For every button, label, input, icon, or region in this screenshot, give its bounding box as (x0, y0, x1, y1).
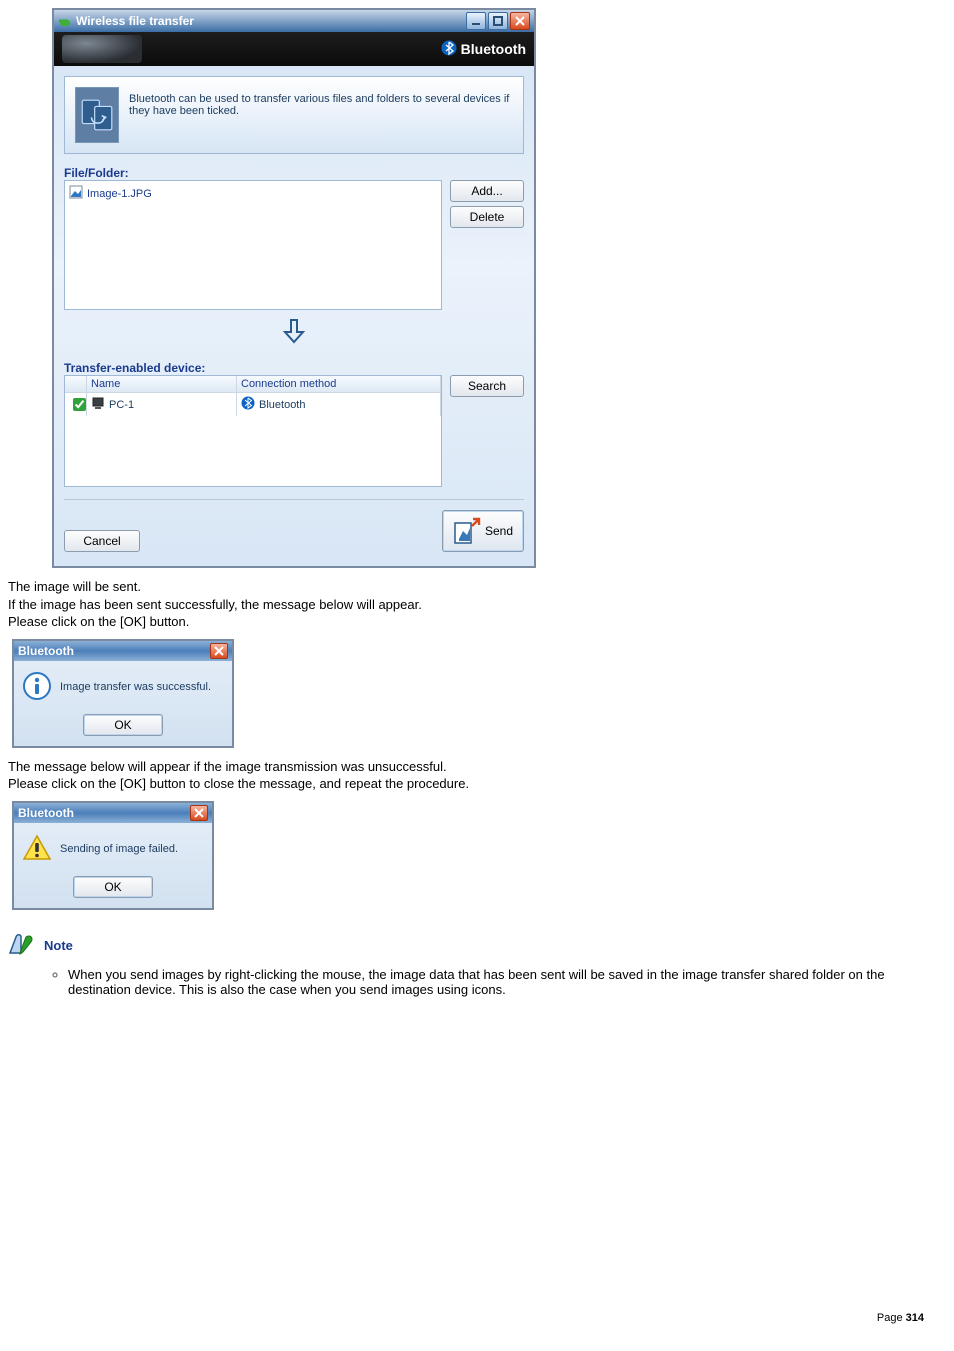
brand-label: Bluetooth (461, 41, 526, 57)
msgbox-title: Bluetooth (18, 644, 74, 658)
ok-button[interactable]: OK (73, 876, 153, 898)
bluetooth-small-icon (241, 396, 255, 413)
device-list-header: Name Connection method (65, 376, 441, 393)
info-icon (22, 671, 52, 704)
column-name-header: Name (87, 376, 237, 392)
dialog-description: Bluetooth can be used to transfer variou… (129, 87, 513, 117)
bluetooth-icon (441, 40, 457, 59)
brand-decoration (62, 35, 142, 63)
msgbox-titlebar[interactable]: Bluetooth (14, 803, 212, 823)
send-button[interactable]: Send (442, 510, 524, 552)
brand-strip: Bluetooth (54, 32, 534, 66)
text-line: The image will be sent. (8, 578, 946, 596)
device-name: PC-1 (109, 399, 134, 411)
file-folder-label: File/Folder: (64, 166, 524, 180)
maximize-button[interactable] (488, 12, 508, 30)
fail-message-box: Bluetooth Sending of image failed. OK (12, 801, 214, 910)
note-list: When you send images by right-clicking t… (8, 967, 946, 997)
search-button[interactable]: Search (450, 375, 524, 397)
wireless-file-transfer-dialog: Wireless file transfer Bluetooth Bluetoo… (52, 8, 536, 568)
page-label: Page (877, 1312, 903, 1324)
close-button[interactable] (510, 12, 530, 30)
text-line: The message below will appear if the ima… (8, 758, 946, 776)
send-icon (453, 515, 481, 548)
cancel-button[interactable]: Cancel (64, 530, 140, 552)
add-button[interactable]: Add... (450, 180, 524, 202)
delete-button[interactable]: Delete (450, 206, 524, 228)
ok-button[interactable]: OK (83, 714, 163, 736)
file-name: Image-1.JPG (87, 188, 152, 200)
device-connection: Bluetooth (259, 399, 305, 411)
close-icon[interactable] (210, 643, 228, 659)
close-icon[interactable] (190, 805, 208, 821)
note-item: When you send images by right-clicking t… (68, 967, 946, 997)
send-button-label: Send (485, 524, 513, 538)
transfer-device-label: Transfer-enabled device: (64, 361, 524, 375)
arrow-down-icon (64, 316, 524, 349)
text-line: Please click on the [OK] button. (8, 613, 946, 631)
page-number-value: 314 (906, 1312, 924, 1324)
body-text-1: The image will be sent. If the image has… (8, 578, 946, 631)
note-label: Note (44, 938, 73, 953)
app-icon (58, 14, 72, 28)
success-message-box: Bluetooth Image transfer was successful.… (12, 639, 234, 748)
warning-icon (22, 833, 52, 866)
file-item[interactable]: Image-1.JPG (69, 185, 437, 202)
device-row[interactable]: PC-1 Bluetooth (65, 393, 441, 416)
msgbox-titlebar[interactable]: Bluetooth (14, 641, 232, 661)
info-box: Bluetooth can be used to transfer variou… (64, 76, 524, 154)
text-line: If the image has been sent successfully,… (8, 596, 946, 614)
pc-icon (91, 396, 105, 413)
msgbox-text: Image transfer was successful. (60, 681, 211, 693)
column-connection-header: Connection method (237, 376, 441, 392)
minimize-button[interactable] (466, 12, 486, 30)
note-heading: Note (8, 932, 946, 959)
text-line: Please click on the [OK] button to close… (8, 775, 946, 793)
page-number: Page 314 (877, 1312, 924, 1324)
msgbox-title: Bluetooth (18, 806, 74, 820)
note-icon (8, 932, 36, 959)
device-checkbox[interactable] (73, 398, 86, 411)
body-text-2: The message below will appear if the ima… (8, 758, 946, 793)
titlebar[interactable]: Wireless file transfer (54, 10, 534, 32)
device-list[interactable]: Name Connection method PC-1 Bluetooth (64, 375, 442, 487)
msgbox-text: Sending of image failed. (60, 843, 178, 855)
window-title: Wireless file transfer (76, 14, 466, 28)
image-file-icon (69, 185, 83, 202)
file-transfer-icon (75, 87, 119, 143)
file-list[interactable]: Image-1.JPG (64, 180, 442, 310)
